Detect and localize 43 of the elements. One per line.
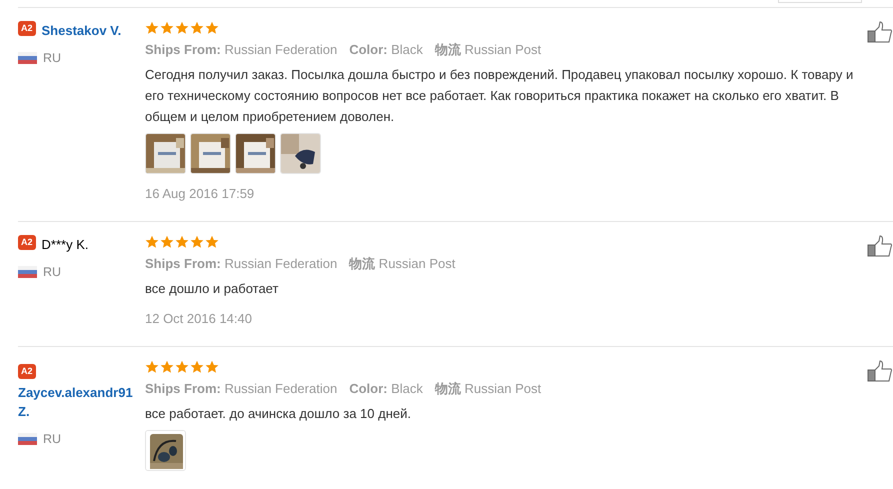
flag-icon [18, 266, 37, 278]
star-icon [175, 360, 189, 374]
user-name: D***y K. [42, 236, 88, 254]
level-badge: A2 [18, 364, 36, 379]
attribute-text: Color: Black [349, 380, 423, 398]
level-badge: A2 [18, 21, 36, 36]
star-icon [205, 235, 219, 249]
star-icon [190, 235, 204, 249]
review-text: Сегодня получил заказ. Посылка дошла быстро и без повреждений. Продавец упаковал посылку хорошо. К товару и его техническому состоянию вопросов нет все работает. Как говориться практика покажет на сколько его хватит. В общем и целом приобретением доволен. [145, 66, 854, 126]
level-badge: A2 [18, 235, 36, 250]
star-icon [175, 21, 189, 35]
star-icon [145, 235, 159, 249]
attribute-text: 物流 Russian Post [434, 41, 542, 59]
attribute-text: 物流 Russian Post [349, 255, 456, 273]
like-button[interactable] [867, 235, 893, 257]
star-icon [160, 21, 174, 35]
user-name[interactable]: Zaycev.alexandr91 Z. [18, 382, 136, 422]
star-icon [160, 235, 174, 249]
like-button[interactable] [867, 21, 893, 43]
star-icon [205, 21, 219, 35]
flag-icon [18, 52, 37, 64]
star-icon [145, 21, 159, 35]
attribute-text: Ships From: Russian Federation [145, 255, 338, 273]
star-icon [205, 360, 219, 374]
country-code: RU [43, 430, 62, 448]
star-icon [160, 360, 174, 374]
attribute-text: Color: Black [349, 41, 423, 59]
like-button[interactable] [867, 360, 893, 382]
review-date: 12 Oct 2016 14:40 [145, 310, 253, 328]
star-icon [145, 360, 159, 374]
review-text: все дошло и работает [145, 280, 280, 298]
country-code: RU [43, 50, 62, 66]
attribute-text: Ships From: Russian Federation [145, 41, 338, 59]
attribute-text: 物流 Russian Post [434, 380, 542, 398]
review-text: все работает. до ачинска дошло за 10 дней. [145, 404, 412, 423]
review-date: 16 Aug 2016 17:59 [145, 184, 256, 203]
star-icon [175, 235, 189, 249]
star-icon [190, 21, 204, 35]
attribute-text: Ships From: Russian Federation [145, 380, 338, 398]
user-name[interactable]: Shestakov V. [42, 21, 122, 40]
star-icon [190, 360, 204, 374]
flag-icon [18, 432, 37, 445]
country-code: RU [43, 264, 62, 280]
